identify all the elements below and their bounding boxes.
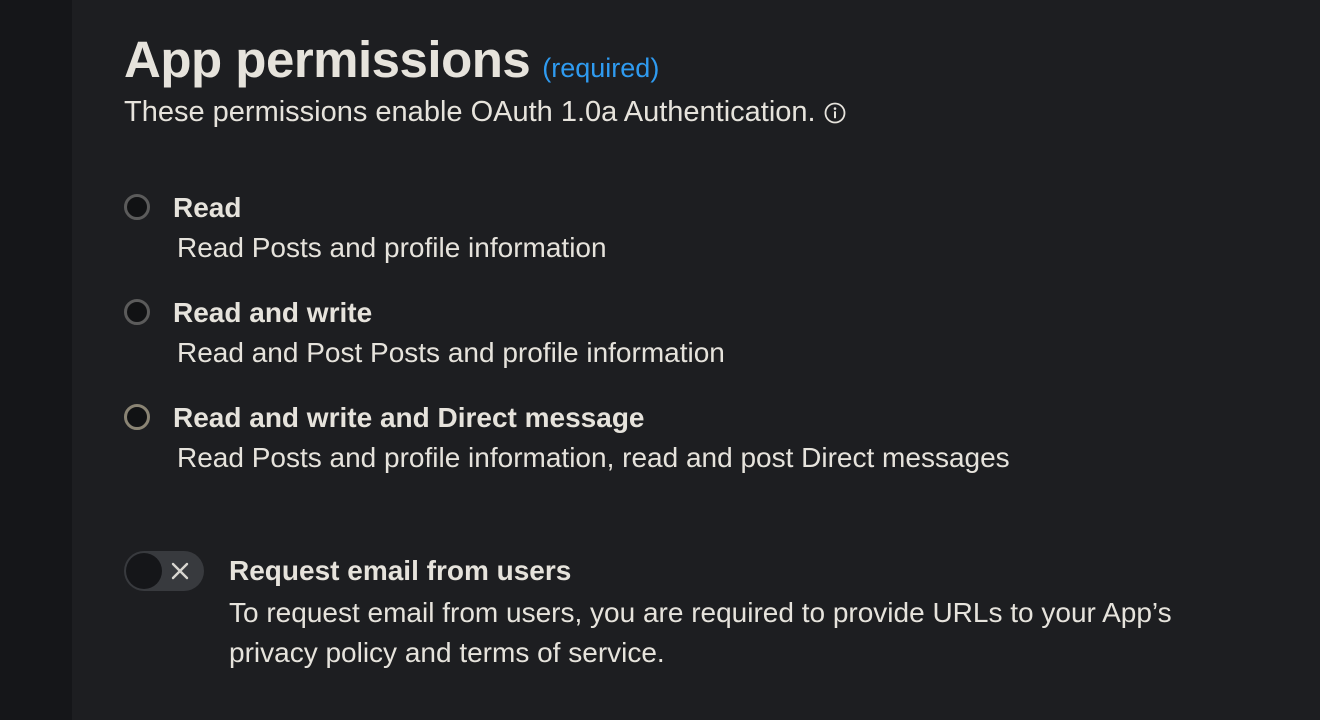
radio-label: Read and write and Direct message: [173, 402, 645, 433]
email-request-toggle[interactable]: [124, 551, 204, 591]
email-request-description: To request email from users, you are req…: [229, 597, 1172, 668]
title-row: App permissions (required): [124, 30, 846, 90]
radio-button-read-write-dm[interactable]: [124, 404, 150, 430]
radio-description: Read and Post Posts and profile informat…: [177, 337, 725, 368]
toggle-knob: [126, 553, 162, 589]
section-subtitle: These permissions enable OAuth 1.0a Auth…: [124, 96, 816, 128]
radio-description: Read Posts and profile information: [177, 232, 607, 263]
close-icon: [168, 559, 192, 583]
subtitle-row: These permissions enable OAuth 1.0a Auth…: [124, 96, 846, 129]
radio-button-read-write[interactable]: [124, 299, 150, 325]
page-title: App permissions: [124, 31, 531, 88]
required-tag: (required): [542, 53, 660, 83]
info-icon[interactable]: [824, 102, 846, 124]
email-request-title: Request email from users: [229, 555, 572, 586]
section-header: App permissions (required) These permiss…: [124, 30, 846, 129]
radio-label: Read: [173, 192, 242, 223]
radio-description: Read Posts and profile information, read…: [177, 442, 1010, 473]
radio-label: Read and write: [173, 297, 373, 328]
radio-button-read[interactable]: [124, 194, 150, 220]
